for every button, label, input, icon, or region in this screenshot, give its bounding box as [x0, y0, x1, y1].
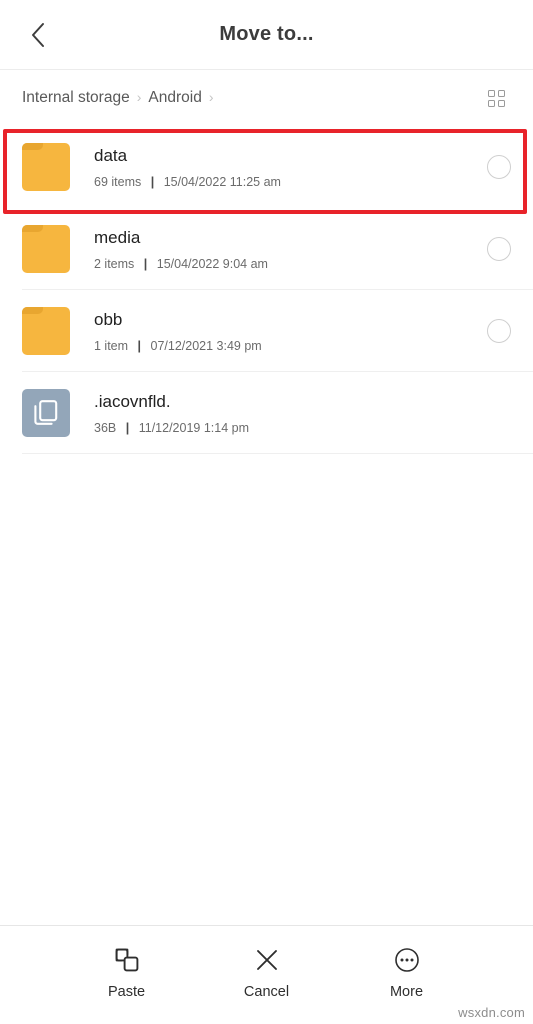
more-label: More: [389, 984, 424, 1000]
row-select-placeholder: [487, 401, 511, 425]
row-meta: data 69 items | 15/04/2022 11:25 am: [70, 145, 487, 189]
more-button[interactable]: More: [364, 946, 450, 1000]
file-name: media: [94, 227, 141, 247]
file-name: obb: [94, 309, 123, 329]
file-item-count: 1 item: [94, 339, 129, 354]
grid-view-toggle-button[interactable]: [481, 83, 511, 113]
row-icon: [22, 225, 70, 273]
row-meta: .iacovnfld. 36B | 11/12/2019 1:14 pm: [70, 391, 487, 435]
row-select-radio[interactable]: [487, 155, 511, 179]
row-icon: [22, 307, 70, 355]
file-timestamp: 07/12/2021 3:49 pm: [150, 339, 262, 354]
subtitle-separator: |: [137, 339, 142, 354]
file-icon: [22, 389, 70, 437]
file-item-count: 69 items: [94, 175, 142, 190]
file-subtitle: 2 items | 15/04/2022 9:04 am: [94, 257, 487, 271]
file-size: 36B: [94, 421, 117, 436]
page-title: Move to...: [219, 23, 314, 45]
paste-icon: [113, 946, 141, 974]
file-list: data 69 items | 15/04/2022 11:25 am medi…: [0, 126, 533, 454]
table-row[interactable]: .iacovnfld. 36B | 11/12/2019 1:14 pm: [0, 372, 533, 454]
breadcrumb-separator-icon: ›: [136, 89, 142, 105]
file-item-count: 2 items: [94, 257, 135, 272]
more-circle-icon: [393, 946, 421, 974]
breadcrumb-separator-icon: ›: [208, 89, 214, 105]
table-row[interactable]: media 2 items | 15/04/2022 9:04 am: [0, 208, 533, 290]
folder-icon: [22, 143, 70, 191]
file-subtitle: 69 items | 15/04/2022 11:25 am: [94, 175, 487, 189]
grid-view-icon: [487, 89, 505, 107]
table-row[interactable]: data 69 items | 15/04/2022 11:25 am: [0, 126, 533, 208]
file-timestamp: 15/04/2022 9:04 am: [156, 257, 268, 272]
file-timestamp: 11/12/2019 1:14 pm: [138, 421, 249, 436]
row-icon: [22, 143, 70, 191]
file-name: .iacovnfld.: [94, 391, 171, 411]
file-subtitle: 1 item | 07/12/2021 3:49 pm: [94, 339, 487, 353]
app-header: Move to...: [0, 0, 533, 70]
chevron-left-icon: [28, 21, 48, 49]
row-meta: media 2 items | 15/04/2022 9:04 am: [70, 227, 487, 271]
file-name: data: [94, 145, 128, 165]
row-select-radio[interactable]: [487, 237, 511, 261]
watermark: wsxdn.com: [458, 1005, 525, 1020]
cancel-button[interactable]: Cancel: [224, 946, 310, 1000]
row-icon: [22, 389, 70, 437]
bottom-toolbar: Paste Cancel More: [0, 925, 533, 1024]
cancel-label: Cancel: [243, 984, 290, 1000]
breadcrumb-item-android[interactable]: Android: [148, 89, 201, 107]
row-meta: obb 1 item | 07/12/2021 3:49 pm: [70, 309, 487, 353]
row-divider: [22, 453, 533, 454]
close-x-icon: [253, 946, 281, 974]
table-row[interactable]: obb 1 item | 07/12/2021 3:49 pm: [0, 290, 533, 372]
breadcrumb-item-internal-storage[interactable]: Internal storage: [22, 89, 130, 107]
breadcrumb-bar: Internal storage › Android ›: [0, 70, 533, 126]
paste-label: Paste: [107, 984, 146, 1000]
file-subtitle: 36B | 11/12/2019 1:14 pm: [94, 421, 487, 435]
file-timestamp: 15/04/2022 11:25 am: [163, 175, 281, 190]
row-select-radio[interactable]: [487, 319, 511, 343]
subtitle-separator: |: [150, 175, 155, 190]
folder-icon: [22, 225, 70, 273]
subtitle-separator: |: [125, 421, 130, 436]
back-button[interactable]: [16, 13, 60, 57]
folder-icon: [22, 307, 70, 355]
subtitle-separator: |: [143, 257, 148, 272]
breadcrumb: Internal storage › Android ›: [22, 89, 481, 107]
paste-button[interactable]: Paste: [84, 946, 170, 1000]
